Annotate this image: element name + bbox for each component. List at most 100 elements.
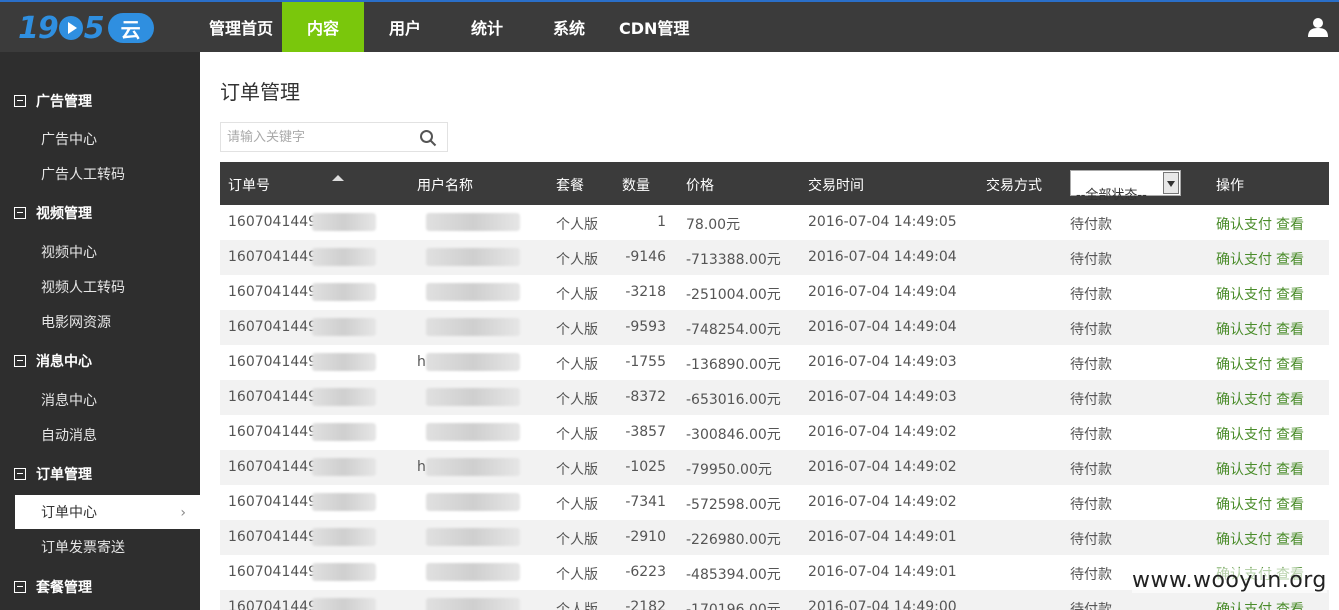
redaction-mask — [426, 458, 520, 476]
view-link[interactable]: 查看 — [1276, 529, 1304, 549]
confirm-payment-link[interactable]: 确认支付 — [1216, 319, 1272, 339]
col-user[interactable]: 用户名称 — [417, 175, 473, 195]
plan-cell: 个人版 — [556, 252, 598, 268]
redaction-mask — [312, 213, 376, 231]
status-filter-select[interactable]: --全部状态-- — [1070, 170, 1181, 203]
price-cell: -748254.00元 — [686, 322, 781, 338]
nav-item[interactable]: 系统 — [528, 2, 610, 52]
logo[interactable]: 19 5 云 — [18, 8, 154, 48]
sidebar-item[interactable]: 电影网资源 — [15, 305, 200, 339]
redaction-mask — [426, 493, 520, 511]
sidebar-item-label: 广告中心 — [41, 132, 97, 148]
table-row: 16070414490 个人版 -2910 -226980.00元 2016-07-04… — [220, 520, 1329, 555]
plan-cell: 个人版 — [556, 357, 598, 373]
nav-item[interactable]: CDN管理 — [610, 2, 698, 52]
sidebar-item[interactable]: 订单中心 › — [15, 495, 200, 529]
redaction-mask — [426, 318, 520, 336]
plan-cell: 个人版 — [556, 427, 598, 443]
watermark: www.wooyun.org — [1132, 568, 1327, 593]
collapse-icon[interactable] — [14, 581, 26, 593]
collapse-icon[interactable] — [14, 95, 26, 107]
collapse-icon[interactable] — [14, 355, 26, 367]
table-header: 订单号 用户名称 套餐 数量 价格 交易时间 交易方式 --全部状态-- 操作 — [220, 162, 1329, 205]
sidebar-group[interactable]: 订单管理 — [0, 456, 200, 492]
collapse-icon[interactable] — [14, 468, 26, 480]
view-link[interactable]: 查看 — [1276, 249, 1304, 269]
confirm-payment-link[interactable]: 确认支付 — [1216, 354, 1272, 374]
price-cell: -485394.00元 — [686, 567, 781, 583]
col-price[interactable]: 价格 — [686, 175, 714, 195]
nav-item[interactable]: 管理首页 — [200, 2, 282, 52]
chevron-right-icon: › — [180, 505, 186, 521]
confirm-payment-link[interactable]: 确认支付 — [1216, 389, 1272, 409]
table-body: 160704144905 个人版 1 78.00元 2016-07-04 14:49:0… — [220, 205, 1329, 610]
status-cell: 待付款 — [1070, 427, 1112, 443]
sidebar-item[interactable]: 广告人工转码 — [15, 157, 200, 191]
confirm-payment-link[interactable]: 确认支付 — [1216, 459, 1272, 479]
sidebar-group[interactable]: 套餐管理 — [0, 569, 200, 605]
orders-table: 订单号 用户名称 套餐 数量 价格 交易时间 交易方式 --全部状态-- 操作 … — [220, 162, 1329, 610]
confirm-payment-link[interactable]: 确认支付 — [1216, 599, 1272, 610]
sidebar-item[interactable]: 视频中心 — [15, 235, 200, 269]
view-link[interactable]: 查看 — [1276, 599, 1304, 610]
confirm-payment-link[interactable]: 确认支付 — [1216, 284, 1272, 304]
search-icon[interactable] — [419, 129, 437, 147]
collapse-icon[interactable] — [14, 207, 26, 219]
confirm-payment-link[interactable]: 确认支付 — [1216, 249, 1272, 269]
col-method[interactable]: 交易方式 — [986, 175, 1042, 195]
redaction-mask — [426, 563, 520, 581]
view-link[interactable]: 查看 — [1276, 424, 1304, 444]
qty-cell: -9146 — [625, 249, 666, 265]
view-link[interactable]: 查看 — [1276, 389, 1304, 409]
col-time[interactable]: 交易时间 — [808, 175, 864, 195]
table-row: 16070414490 个人版 -7341 -572598.00元 2016-07-04… — [220, 485, 1329, 520]
col-order-no[interactable]: 订单号 — [228, 175, 270, 195]
plan-cell: 个人版 — [556, 287, 598, 303]
view-link[interactable]: 查看 — [1276, 214, 1304, 234]
sidebar-item[interactable]: 广告中心 — [15, 122, 200, 156]
redaction-mask — [312, 353, 376, 371]
nav-item[interactable]: 内容 — [282, 2, 365, 52]
plan-cell: 个人版 — [556, 532, 598, 548]
view-link[interactable]: 查看 — [1276, 319, 1304, 339]
qty-cell: -8372 — [625, 389, 666, 405]
col-plan[interactable]: 套餐 — [556, 175, 584, 195]
sidebar-item[interactable]: 自动消息 — [15, 418, 200, 452]
sidebar-item-label: 订单发票寄送 — [41, 540, 125, 556]
search-input[interactable] — [221, 123, 411, 151]
view-link[interactable]: 查看 — [1276, 354, 1304, 374]
status-cell: 待付款 — [1070, 392, 1112, 408]
confirm-payment-link[interactable]: 确认支付 — [1216, 214, 1272, 234]
price-cell: -79950.00元 — [686, 462, 772, 478]
sidebar-group[interactable]: 视频管理 — [0, 195, 200, 231]
price-cell: -653016.00元 — [686, 392, 781, 408]
price-cell: -572598.00元 — [686, 497, 781, 513]
col-qty[interactable]: 数量 — [622, 175, 650, 195]
nav-item[interactable]: 统计 — [446, 2, 528, 52]
sidebar-group-label: 消息中心 — [36, 354, 92, 370]
status-cell: 待付款 — [1070, 497, 1112, 513]
sidebar-group[interactable]: 广告管理 — [0, 83, 200, 119]
confirm-payment-link[interactable]: 确认支付 — [1216, 494, 1272, 514]
confirm-payment-link[interactable]: 确认支付 — [1216, 424, 1272, 444]
view-link[interactable]: 查看 — [1276, 459, 1304, 479]
table-row: 16070414490 个人版 -2182 -170196.00元 2016-07-04… — [220, 590, 1329, 610]
time-cell: 2016-07-04 14:49:05 — [808, 214, 957, 230]
confirm-payment-link[interactable]: 确认支付 — [1216, 529, 1272, 549]
price-cell: -713388.00元 — [686, 252, 781, 268]
sidebar-item[interactable]: 消息中心 — [15, 383, 200, 417]
nav-item[interactable]: 用户 — [364, 2, 446, 52]
sidebar-item[interactable]: 订单发票寄送 — [15, 530, 200, 564]
sidebar-group[interactable]: 消息中心 — [0, 343, 200, 379]
status-cell: 待付款 — [1070, 532, 1112, 548]
sidebar-item[interactable]: 视频人工转码 — [15, 270, 200, 304]
status-cell: 待付款 — [1070, 287, 1112, 303]
user-icon[interactable] — [1307, 16, 1329, 38]
time-cell: 2016-07-04 14:49:04 — [808, 249, 957, 265]
plan-cell: 个人版 — [556, 462, 598, 478]
view-link[interactable]: 查看 — [1276, 494, 1304, 514]
redaction-mask — [312, 388, 376, 406]
view-link[interactable]: 查看 — [1276, 284, 1304, 304]
status-cell: 待付款 — [1070, 567, 1112, 583]
qty-cell: -2910 — [625, 529, 666, 545]
